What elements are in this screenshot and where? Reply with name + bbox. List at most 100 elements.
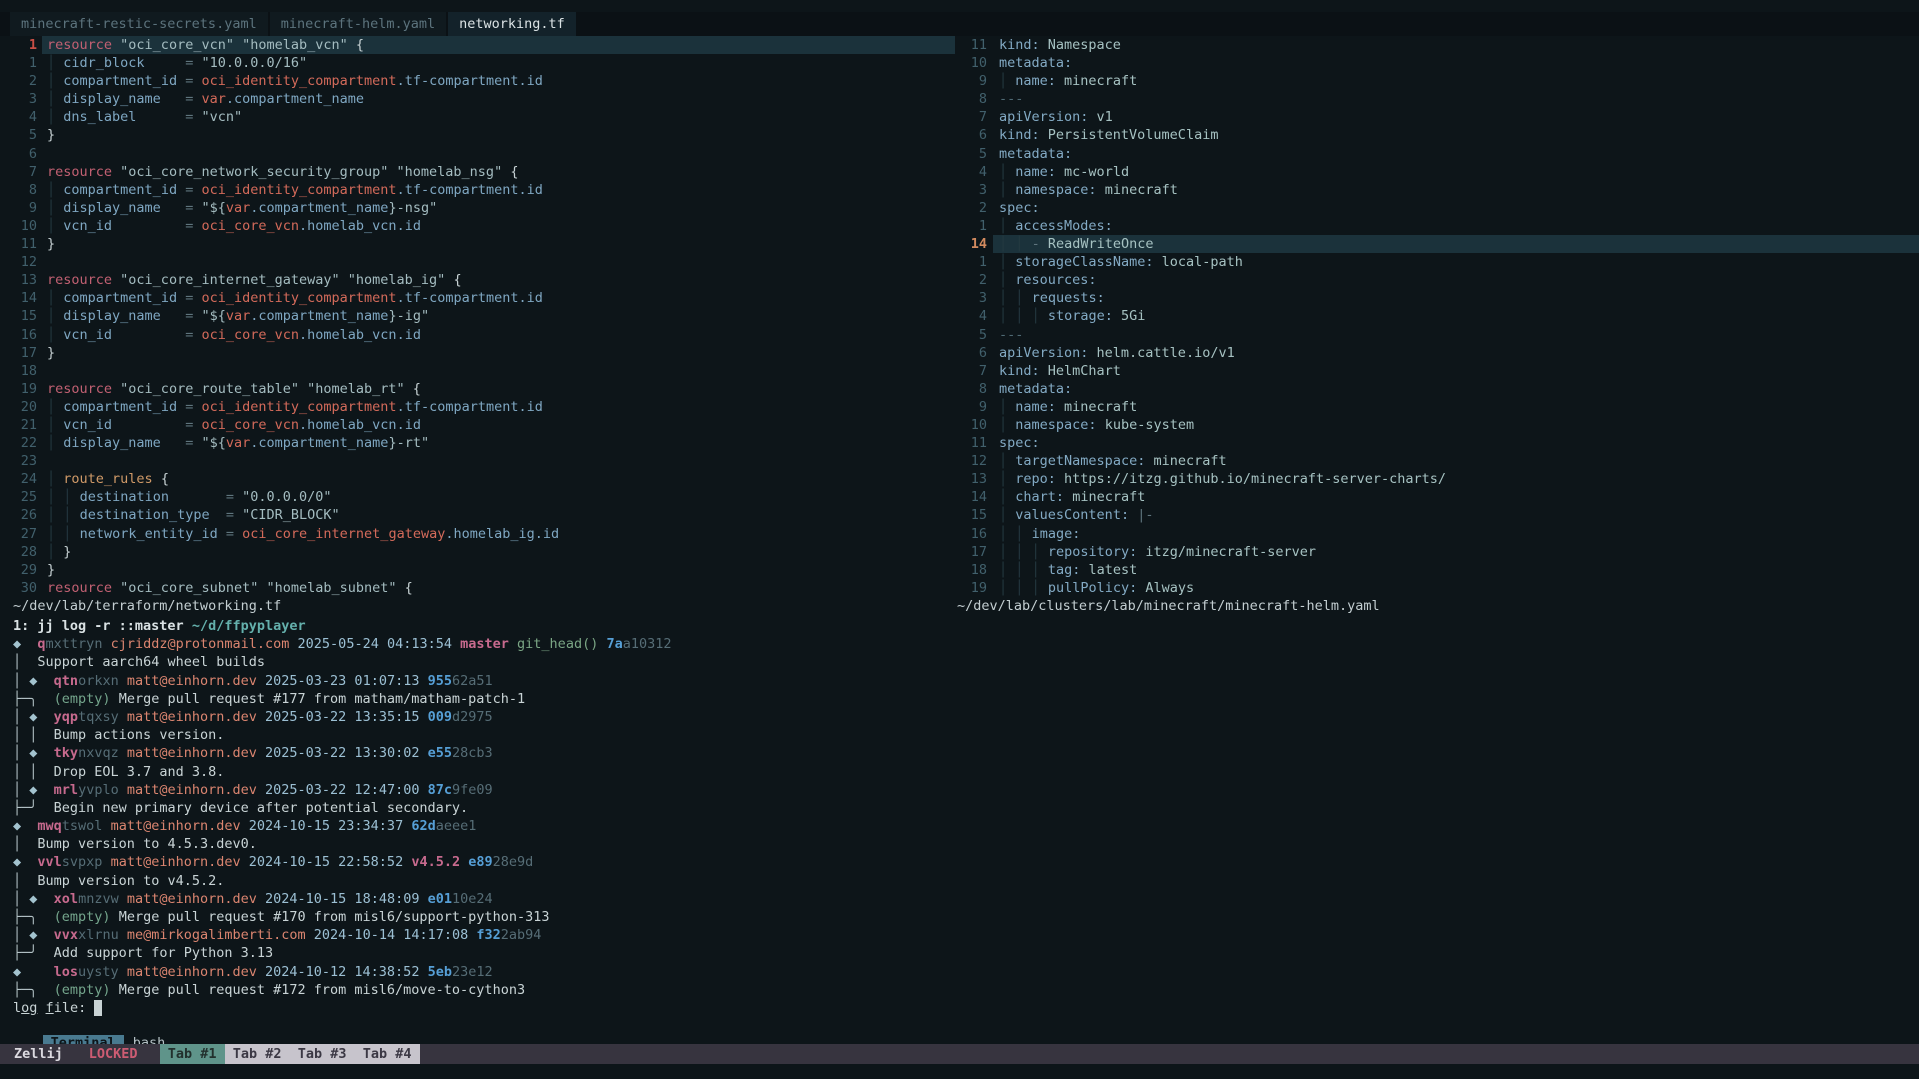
terminal-line: │ ◆ xolmnzvw matt@einhorn.dev 2024-10-15… [13,890,1919,908]
terminal-line: │ │ Drop EOL 3.7 and 3.8. [13,763,1919,781]
code-line[interactable]: 27│ │ network_entity_id = oci_core_inter… [0,525,955,543]
code-line[interactable]: 29} [0,561,955,579]
zellij-mode-indicator-locked: LOCKED [89,1044,138,1064]
terminal-line: │ ◆ qtnorkxn matt@einhorn.dev 2025-03-23… [13,672,1919,690]
terminal-line: ├─╯ Begin new primary device after poten… [13,799,1919,817]
code-line[interactable]: 1resource "oci_core_vcn" "homelab_vcn" { [0,36,955,54]
code-line[interactable]: 13│ repo: https://itzg.github.io/minecra… [955,470,1919,488]
code-line[interactable]: 12 [0,253,955,271]
terminal-line: ◆ losuysty matt@einhorn.dev 2024-10-12 1… [13,963,1919,981]
code-line[interactable]: 24│ route_rules { [0,470,955,488]
terminal-statusbar: Terminal bash [10,1013,165,1033]
code-line[interactable]: 2│ resources: [955,271,1919,289]
code-line[interactable]: 14│ │ - ReadWriteOnce [955,235,1919,253]
terminal-line: ├─╮ (empty) Merge pull request #170 from… [13,908,1919,926]
code-line[interactable]: 6apiVersion: helm.cattle.io/v1 [955,344,1919,362]
code-line[interactable]: 1│ accessModes: [955,217,1919,235]
code-line[interactable]: 11} [0,235,955,253]
editor-pane-networking-tf[interactable]: 1resource "oci_core_vcn" "homelab_vcn" {… [0,36,955,598]
code-line[interactable]: 17} [0,344,955,362]
code-line[interactable]: 19│ │ │ pullPolicy: Always [955,579,1919,597]
terminal-line: log file: [13,999,1919,1017]
code-line[interactable]: 7apiVersion: v1 [955,108,1919,126]
code-line[interactable]: 15│ valuesContent: |- [955,506,1919,524]
code-line[interactable]: 16│ │ image: [955,525,1919,543]
code-line[interactable]: 11spec: [955,434,1919,452]
terminal-line: 1: jj log -r ::master ~/d/ffpyplayer [13,617,1919,635]
code-line[interactable]: 28│ } [0,543,955,561]
statusline-path-right: ~/dev/lab/clusters/lab/minecraft/minecra… [957,597,1380,615]
terminal-pane-jj-log[interactable]: 1: jj log -r ::master ~/d/ffpyplayer◆ qm… [0,617,1919,1018]
code-line[interactable]: 7resource "oci_core_network_security_gro… [0,163,955,181]
zellij-status-bar: Zellij LOCKED Tab #1 Tab #2 Tab #3 Tab #… [0,1044,1919,1064]
code-line[interactable]: 10metadata: [955,54,1919,72]
zellij-tab-1[interactable]: Tab #1 [160,1044,225,1064]
code-line[interactable]: 5metadata: [955,145,1919,163]
editor-bufferline: minecraft-restic-secrets.yaml minecraft-… [0,12,1919,36]
code-line[interactable]: 10│ vcn_id = oci_core_vcn.homelab_vcn.id [0,217,955,235]
terminal-line: │ ◆ vvxxlrnu me@mirkogalimberti.com 2024… [13,926,1919,944]
code-line[interactable]: 5--- [955,326,1919,344]
code-line[interactable]: 19resource "oci_core_route_table" "homel… [0,380,955,398]
terminal-line: │ ◆ tkynxvqz matt@einhorn.dev 2025-03-22… [13,744,1919,762]
terminal-line: ├─╮ (empty) Merge pull request #172 from… [13,981,1919,999]
code-line[interactable]: 4│ name: mc-world [955,163,1919,181]
terminal-line: │ Bump version to 4.5.3.dev0. [13,835,1919,853]
code-line[interactable]: 1│ cidr_block = "10.0.0.0/16" [0,54,955,72]
buffer-tab-minecraft-helm[interactable]: minecraft-helm.yaml [270,12,446,36]
code-line[interactable]: 2spec: [955,199,1919,217]
code-line[interactable]: 18│ │ │ tag: latest [955,561,1919,579]
code-line[interactable]: 1│ storageClassName: local-path [955,253,1919,271]
code-line[interactable]: 12│ targetNamespace: minecraft [955,452,1919,470]
code-line[interactable]: 3│ display_name = var.compartment_name [0,90,955,108]
terminal-line: ◆ vvlsvpxp matt@einhorn.dev 2024-10-15 2… [13,853,1919,871]
code-line[interactable]: 8metadata: [955,380,1919,398]
code-line[interactable]: 7kind: HelmChart [955,362,1919,380]
code-line[interactable]: 3│ namespace: minecraft [955,181,1919,199]
statusline-path-left: ~/dev/lab/terraform/networking.tf [13,597,281,615]
code-line[interactable]: 10│ namespace: kube-system [955,416,1919,434]
code-line[interactable]: 3│ │ requests: [955,289,1919,307]
terminal-line: │ │ Bump actions version. [13,726,1919,744]
code-line[interactable]: 9│ name: minecraft [955,398,1919,416]
code-line[interactable]: 14│ chart: minecraft [955,488,1919,506]
zellij-tab-3[interactable]: Tab #3 [290,1044,355,1064]
code-line[interactable]: 4│ dns_label = "vcn" [0,108,955,126]
code-line[interactable]: 5} [0,126,955,144]
code-line[interactable]: 6kind: PersistentVolumeClaim [955,126,1919,144]
zellij-logo-text: Zellij [14,1044,63,1064]
code-line[interactable]: 18 [0,362,955,380]
code-line[interactable]: 8│ compartment_id = oci_identity_compart… [0,181,955,199]
terminal-line: ◆ qmxttryn cjriddz@protonmail.com 2025-0… [13,635,1919,653]
code-line[interactable]: 22│ display_name = "${var.compartment_na… [0,434,955,452]
code-line[interactable]: 6 [0,145,955,163]
terminal-line: │ Bump version to v4.5.2. [13,872,1919,890]
zellij-tab-4[interactable]: Tab #4 [355,1044,420,1064]
code-line[interactable]: 8--- [955,90,1919,108]
code-line[interactable]: 23 [0,452,955,470]
code-line[interactable]: 30resource "oci_core_subnet" "homelab_su… [0,579,955,597]
code-line[interactable]: 4│ │ │ storage: 5Gi [955,307,1919,325]
terminal-line: ├─╮ (empty) Merge pull request #177 from… [13,690,1919,708]
editor-pane-minecraft-helm-yaml[interactable]: 11kind: Namespace10metadata:9│ name: min… [955,36,1919,598]
code-line[interactable]: 16│ vcn_id = oci_core_vcn.homelab_vcn.id [0,326,955,344]
code-line[interactable]: 21│ vcn_id = oci_core_vcn.homelab_vcn.id [0,416,955,434]
code-line[interactable]: 17│ │ │ repository: itzg/minecraft-serve… [955,543,1919,561]
code-line[interactable]: 15│ display_name = "${var.compartment_na… [0,307,955,325]
buffer-tab-networking-tf[interactable]: networking.tf [448,12,576,36]
code-line[interactable]: 2│ compartment_id = oci_identity_compart… [0,72,955,90]
zellij-session: minecraft-restic-secrets.yaml minecraft-… [0,0,1919,1079]
code-line[interactable]: 9│ display_name = "${var.compartment_nam… [0,199,955,217]
zellij-tab-2[interactable]: Tab #2 [225,1044,290,1064]
code-line[interactable]: 13resource "oci_core_internet_gateway" "… [0,271,955,289]
terminal-line: │ Support aarch64 wheel builds [13,653,1919,671]
code-line[interactable]: 26│ │ destination_type = "CIDR_BLOCK" [0,506,955,524]
code-line[interactable]: 25│ │ destination = "0.0.0.0/0" [0,488,955,506]
code-line[interactable]: 11kind: Namespace [955,36,1919,54]
terminal-line: ├─╯ Add support for Python 3.13 [13,944,1919,962]
terminal-line: │ ◆ yqptqxsy matt@einhorn.dev 2025-03-22… [13,708,1919,726]
buffer-tab-minecraft-restic-secrets[interactable]: minecraft-restic-secrets.yaml [10,12,268,36]
code-line[interactable]: 9│ name: minecraft [955,72,1919,90]
code-line[interactable]: 14│ compartment_id = oci_identity_compar… [0,289,955,307]
code-line[interactable]: 20│ compartment_id = oci_identity_compar… [0,398,955,416]
